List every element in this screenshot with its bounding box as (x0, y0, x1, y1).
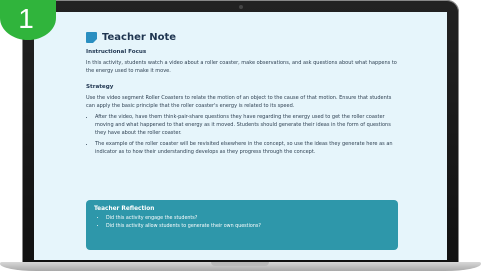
teacher-reflection-heading: Teacher Reflection (94, 206, 155, 212)
teacher-note-header: Teacher Note (86, 32, 398, 43)
step-number: 1 (18, 3, 34, 34)
note-icon (86, 32, 97, 43)
reflection-item: Did this activity engage the students? (106, 215, 390, 223)
reflection-list: Did this activity engage the students? D… (94, 215, 390, 231)
reflection-item: Did this activity allow students to gene… (106, 223, 390, 231)
strategy-heading: Strategy (86, 84, 114, 91)
strategy-text: Use the video segment Roller Coasters to… (86, 95, 392, 109)
camera-icon (238, 5, 243, 9)
teacher-note-page: Teacher Note Instructional Focus In this… (86, 32, 398, 260)
laptop-screen: Teacher Note Instructional Focus In this… (34, 12, 447, 260)
strategy-bullet: The example of the roller coaster will b… (95, 141, 398, 156)
instructional-focus-heading: Instructional Focus (86, 49, 147, 55)
teacher-note-title: Teacher Note (102, 32, 177, 43)
teacher-reflection-box: Teacher Reflection Did this activity eng… (86, 200, 398, 250)
laptop-notch (211, 262, 269, 266)
strategy-bullet: After the video, have them think-pair-sh… (95, 114, 398, 137)
strategy-bullet-list: After the video, have them think-pair-sh… (86, 114, 398, 156)
instructional-focus-text: In this activity, students watch a video… (86, 60, 397, 74)
